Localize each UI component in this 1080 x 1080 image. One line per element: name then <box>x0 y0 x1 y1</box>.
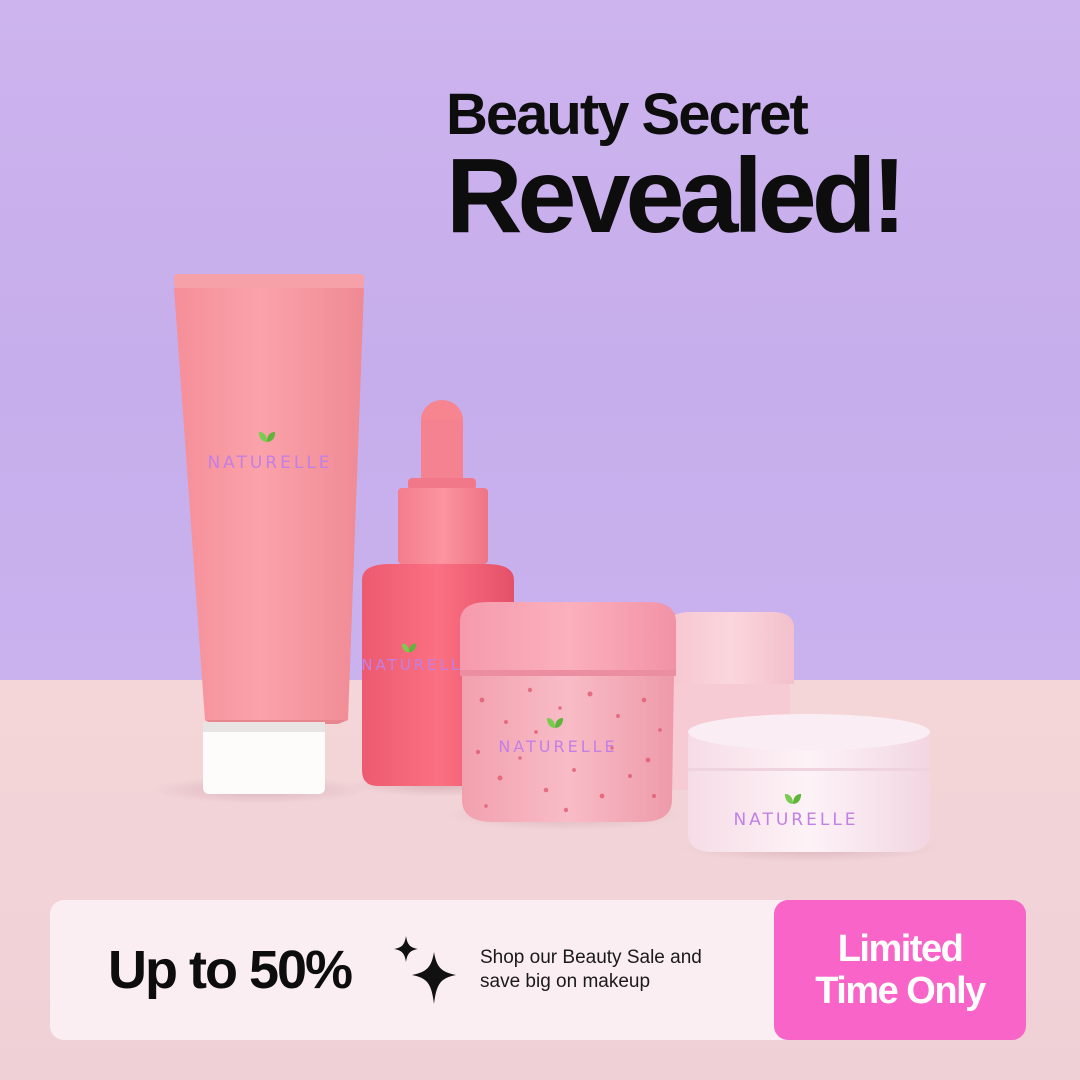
cream-jar-white: NATURELLE <box>688 714 930 852</box>
badge-line-2: Time Only <box>815 970 986 1012</box>
brand-label-jar: NATURELLE <box>733 810 858 830</box>
discount-text: Up to 50% <box>108 940 353 1000</box>
sparkle-icon <box>394 936 456 1004</box>
scrub-jar: NATURELLE <box>460 602 676 822</box>
promo-description: Shop our Beauty Sale and save big on mak… <box>480 946 760 994</box>
product-scene: NATURELLE NATURELLE NATURELLE NATURELLE <box>150 274 940 862</box>
promo-description-line-1: Shop our Beauty Sale and <box>480 947 702 968</box>
cream-tube: NATURELLE <box>174 274 364 794</box>
promo-description-line-2: save big on makeup <box>480 971 651 992</box>
brand-label-tube: NATURELLE <box>207 453 332 473</box>
badge-line-1: Limited <box>837 928 964 970</box>
brand-label-scrub: NATURELLE <box>498 737 617 756</box>
brand-label-bottle: NATURELLE <box>361 656 475 674</box>
limited-time-badge[interactable]: Limited Time Only <box>774 900 1026 1040</box>
